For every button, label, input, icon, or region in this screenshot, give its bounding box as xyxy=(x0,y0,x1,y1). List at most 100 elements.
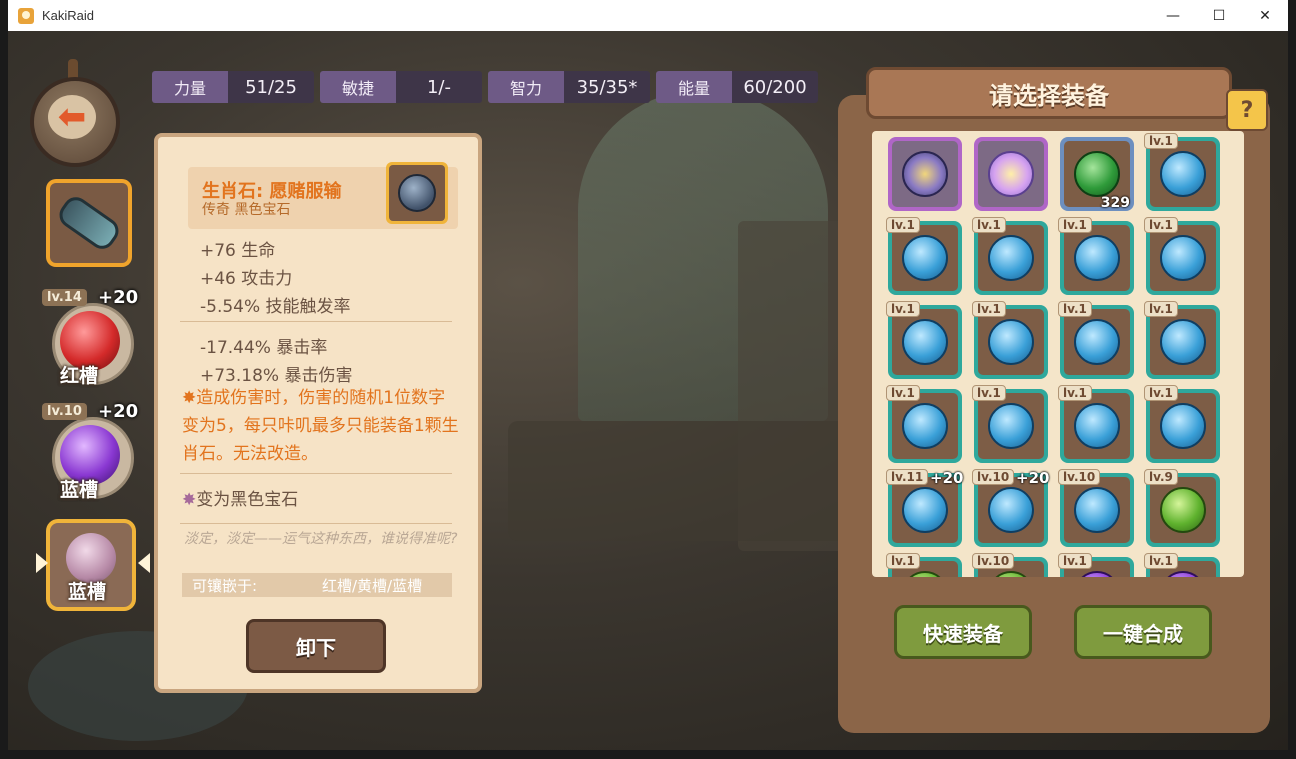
item-level: lv.1 xyxy=(1058,553,1092,569)
inventory-item[interactable]: lv.1 xyxy=(972,301,1048,379)
stat-line: +76 生命 xyxy=(200,241,276,261)
inventory-item-inner xyxy=(1064,477,1130,543)
violet-gem-icon xyxy=(1160,571,1206,577)
item-plus: +20 xyxy=(930,469,964,487)
background-table xyxy=(508,421,868,541)
item-level: lv.1 xyxy=(1144,133,1178,149)
inventory-item[interactable]: lv.1 xyxy=(886,553,962,577)
slot-label: 蓝槽 xyxy=(68,581,107,603)
inventory-item[interactable]: lv.10 xyxy=(972,553,1048,577)
equipment-panel-title: 请选择装备 xyxy=(866,67,1232,119)
inventory-item[interactable]: lv.1 xyxy=(886,385,962,463)
inventory-item[interactable]: lv.1 xyxy=(886,217,962,295)
inventory-item[interactable]: lv.10 xyxy=(1058,469,1134,547)
inventory-item[interactable]: lv.1 xyxy=(1144,217,1220,295)
help-book-icon[interactable]: ? xyxy=(1226,89,1268,131)
inventory-item[interactable]: 329 xyxy=(1060,137,1134,211)
prism-gem-icon xyxy=(988,151,1034,197)
item-icon-inner xyxy=(389,165,445,221)
slot-red[interactable]: lv.14 +20 红槽 xyxy=(42,287,138,389)
app-icon xyxy=(18,7,34,24)
maximize-button[interactable]: ☐ xyxy=(1196,0,1242,31)
inventory-item[interactable]: lv.1 xyxy=(972,385,1048,463)
divider xyxy=(180,473,452,474)
green-gem-icon xyxy=(902,571,948,577)
violet-gem-icon xyxy=(1074,571,1120,577)
inventory-item[interactable]: lv.1 xyxy=(1058,385,1134,463)
item-level: lv.1 xyxy=(886,301,920,317)
blue-gem-icon xyxy=(1074,319,1120,365)
item-plus: +20 xyxy=(1016,469,1050,487)
inventory-item-inner xyxy=(892,141,958,207)
stat-intellect: 智力 35/35* xyxy=(488,71,650,103)
inventory-item[interactable]: lv.1 xyxy=(972,217,1048,295)
inventory-item[interactable]: lv.1 xyxy=(1058,553,1134,577)
inventory-item[interactable]: lv.10 +20 xyxy=(972,469,1049,547)
item-level: lv.1 xyxy=(1058,217,1092,233)
unequip-button[interactable]: 卸下 xyxy=(246,619,386,673)
inventory-item-inner xyxy=(978,141,1044,207)
inventory-item[interactable]: lv.1 xyxy=(1144,133,1220,211)
blue-gem-icon xyxy=(902,319,948,365)
stats-bar: 力量 51/25 敏捷 1/- 智力 35/35* 能量 60/200 xyxy=(152,71,818,103)
inventory-item-inner xyxy=(1150,309,1216,375)
inventory-item[interactable]: lv.9 xyxy=(1144,469,1220,547)
item-level: lv.9 xyxy=(1144,469,1178,485)
inventory-scroll[interactable]: 329 lv.1 lv.1 lv.1 lv.1 lv.1 lv.1 lv.1 lv.1 lv.1 l… xyxy=(872,131,1244,577)
inventory-item[interactable] xyxy=(888,137,962,211)
back-arrow-icon: ⬅ xyxy=(48,95,96,139)
blue-gem-icon xyxy=(1160,319,1206,365)
close-button[interactable]: ✕ xyxy=(1242,0,1288,31)
blue-gem-icon xyxy=(1074,235,1120,281)
item-level: lv.11 xyxy=(886,469,929,485)
inventory-item-inner xyxy=(978,393,1044,459)
inventory-item[interactable]: lv.11 +20 xyxy=(886,469,963,547)
inventory-item[interactable]: lv.1 xyxy=(1144,553,1220,577)
stat-label: 能量 xyxy=(656,71,732,103)
inventory-item[interactable]: lv.1 xyxy=(886,301,962,379)
inventory-item-inner xyxy=(892,225,958,291)
socket-info: 可镶嵌于: 红槽/黄槽/蓝槽 xyxy=(182,573,452,597)
item-level: lv.1 xyxy=(1144,301,1178,317)
green-gem-icon xyxy=(988,571,1034,577)
orange-star-icon: ✸ xyxy=(182,388,197,408)
inventory-item[interactable] xyxy=(974,137,1048,211)
inventory-item[interactable]: lv.1 xyxy=(1058,301,1134,379)
item-level: lv.10 xyxy=(972,553,1015,569)
stat-line: -5.54% 技能触发率 xyxy=(200,297,351,317)
inventory-item-inner xyxy=(978,225,1044,291)
merge-all-button[interactable]: 一键合成 xyxy=(1074,605,1212,659)
quick-equip-button[interactable]: 快速装备 xyxy=(894,605,1032,659)
inventory-item-inner xyxy=(892,309,958,375)
item-level: lv.1 xyxy=(972,217,1006,233)
selector-right-icon xyxy=(138,553,150,573)
inventory-item-inner xyxy=(1064,225,1130,291)
window-titlebar: KakiRaid — ☐ ✕ xyxy=(8,0,1288,32)
back-button[interactable]: ⬅ xyxy=(18,59,126,167)
item-level: lv.1 xyxy=(886,217,920,233)
slot-inner: 蓝槽 xyxy=(50,523,132,607)
slot-selected[interactable]: 蓝槽 xyxy=(46,519,136,611)
inventory-item[interactable]: lv.1 xyxy=(1144,301,1220,379)
item-level: lv.10 xyxy=(1058,469,1101,485)
inventory-item-inner xyxy=(1064,393,1130,459)
stat-agility: 敏捷 1/- xyxy=(320,71,482,103)
blue-gem-icon xyxy=(1160,235,1206,281)
selector-left-icon xyxy=(36,553,48,573)
socket-value: 红槽/黄槽/蓝槽 xyxy=(322,576,423,595)
slot-blue[interactable]: lv.10 +20 蓝槽 xyxy=(42,401,138,503)
item-subtitle: 传奇 黑色宝石 xyxy=(202,202,291,218)
inventory-item[interactable]: lv.1 xyxy=(1058,217,1134,295)
inventory-item-inner xyxy=(978,309,1044,375)
item-level: lv.1 xyxy=(886,553,920,569)
blue-gem-icon xyxy=(1074,403,1120,449)
minimize-button[interactable]: — xyxy=(1150,0,1196,31)
blue-gem-icon xyxy=(902,487,948,533)
flavor-text: 淡定，淡定——运气这种东西，谁说得准呢? xyxy=(184,531,458,547)
bomb-icon xyxy=(398,174,436,212)
blue-gem-icon xyxy=(1074,487,1120,533)
zodiac-stone-icon xyxy=(66,533,116,583)
stat-value: 51/25 xyxy=(228,71,314,103)
equipment-slot-capsule[interactable] xyxy=(46,179,132,267)
inventory-item[interactable]: lv.1 xyxy=(1144,385,1220,463)
